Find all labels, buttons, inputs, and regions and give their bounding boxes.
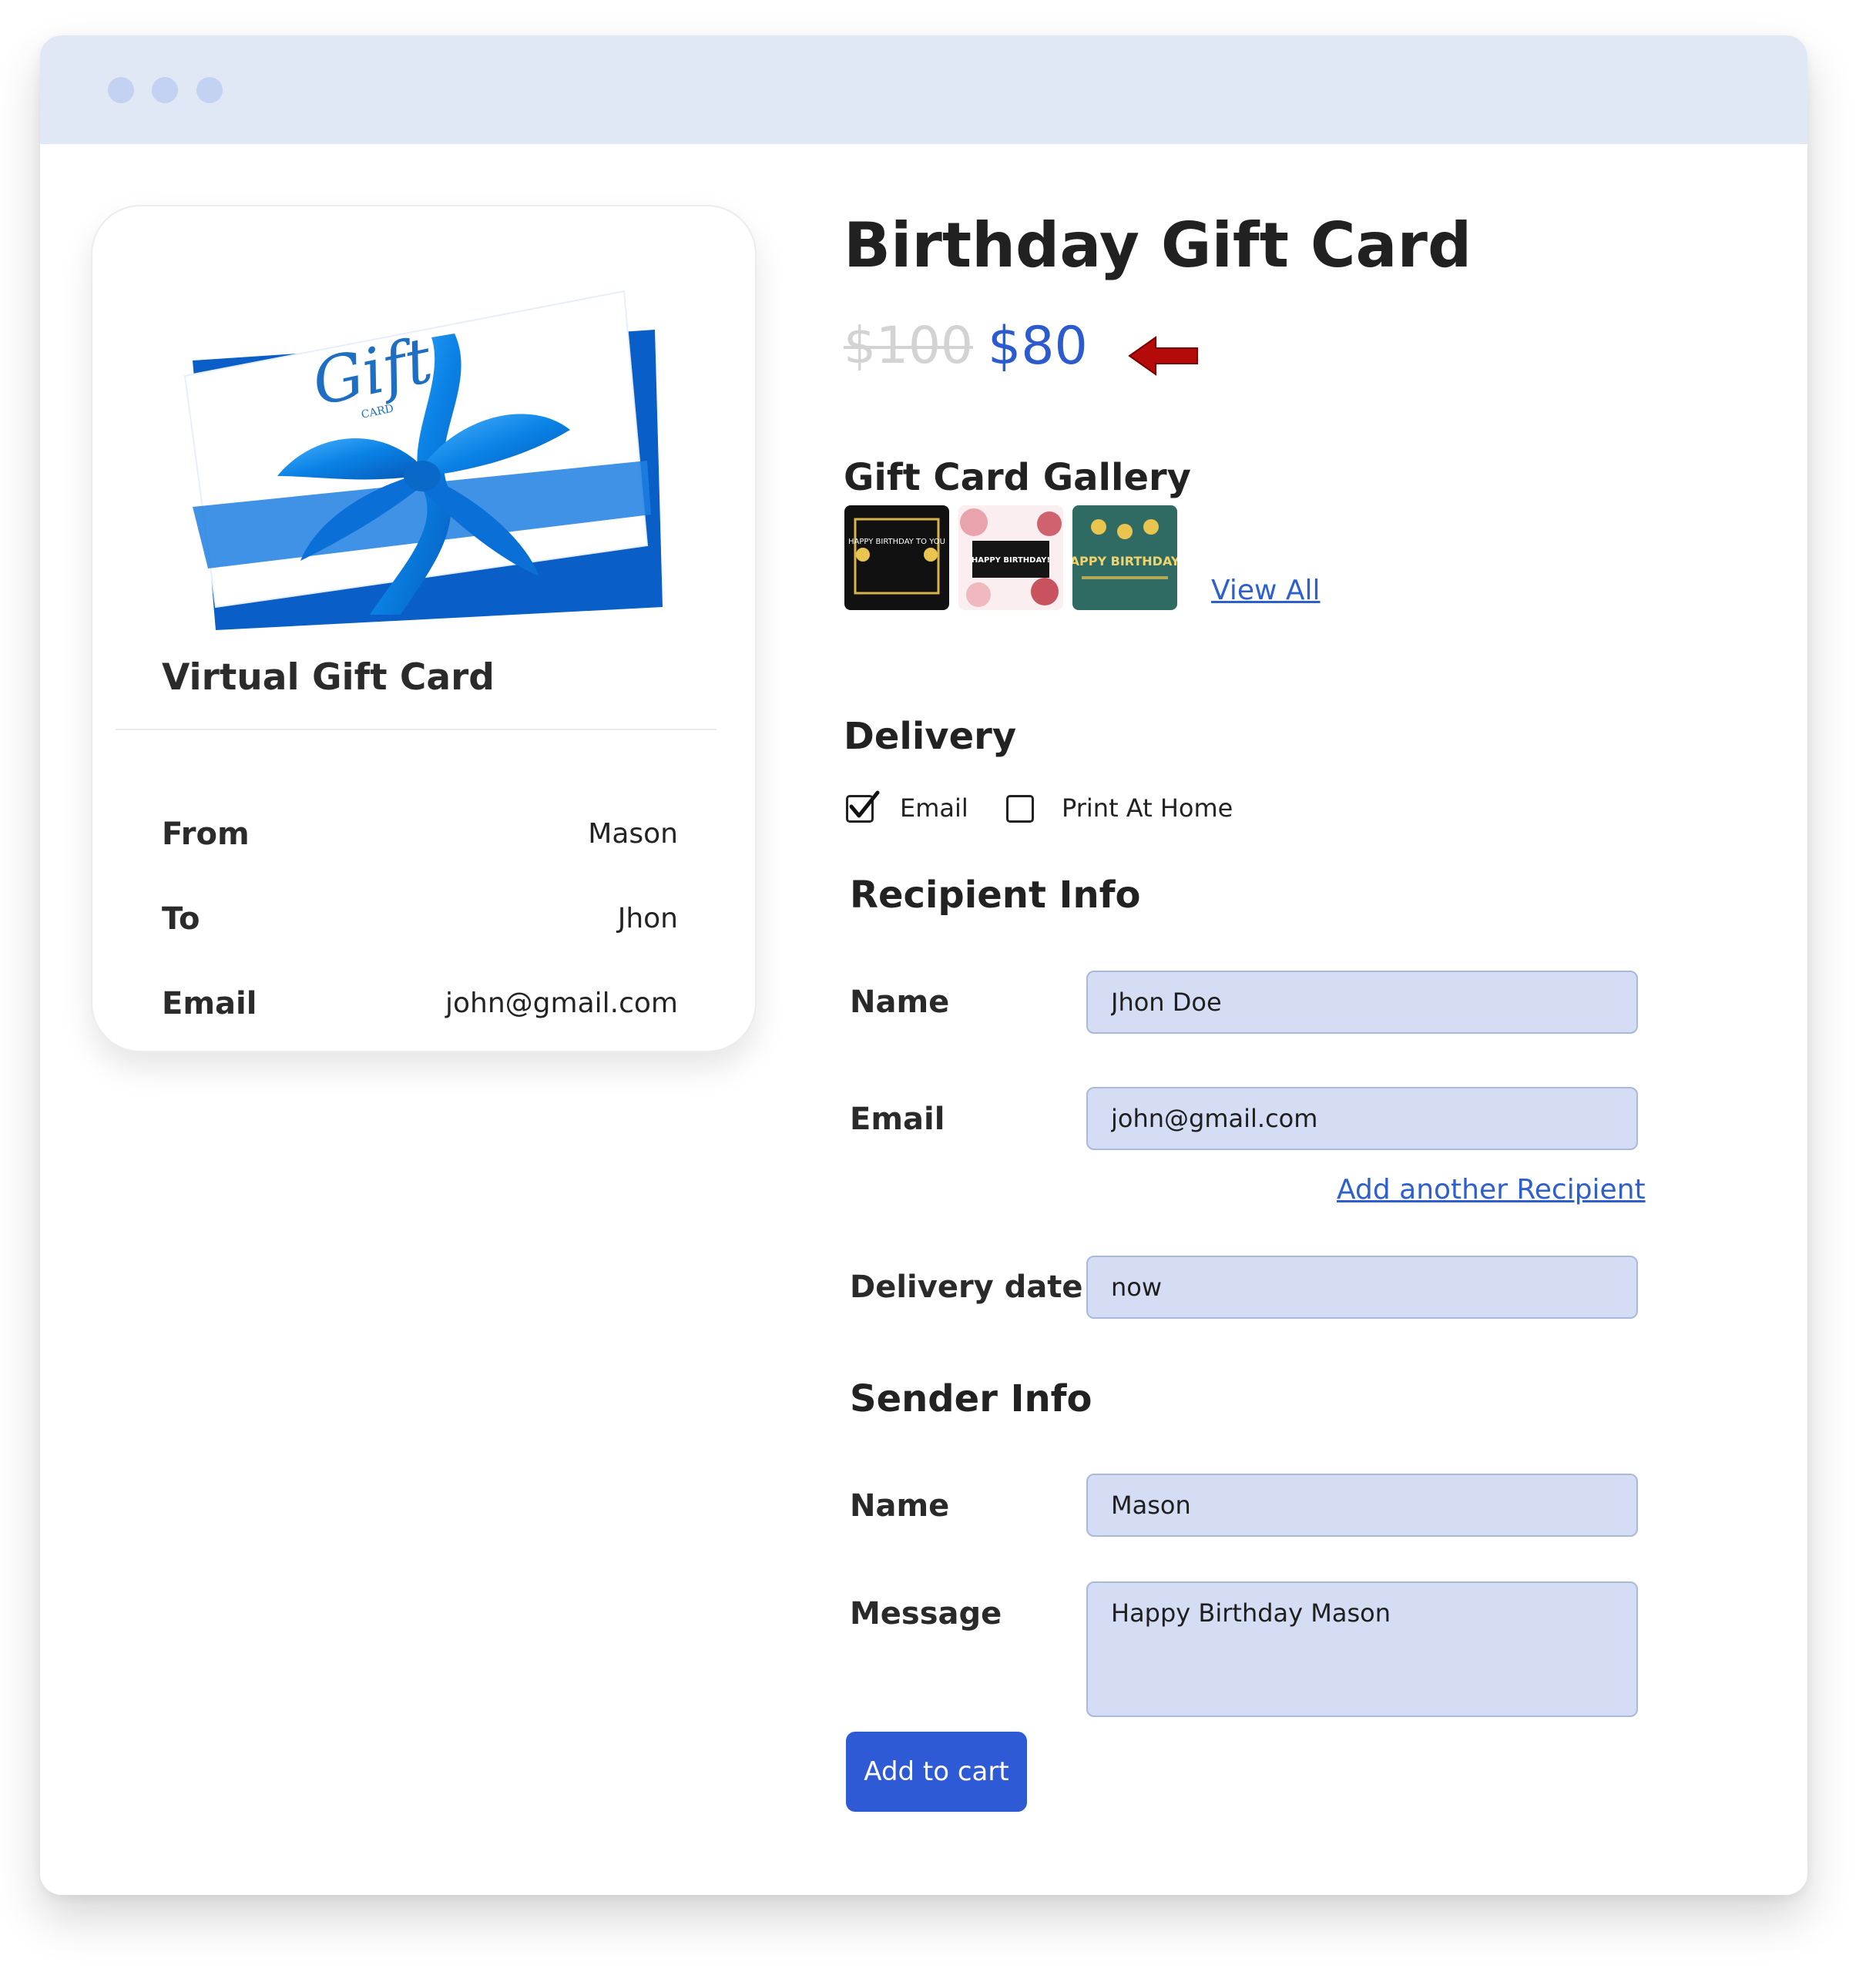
card-row-label: From bbox=[162, 817, 250, 852]
window-dot-3[interactable] bbox=[196, 77, 223, 103]
card-divider bbox=[116, 729, 717, 730]
delivery-date-label: Delivery date: bbox=[850, 1269, 1096, 1305]
gift-card-image: Gift CARD bbox=[183, 290, 663, 630]
message-label: Message bbox=[850, 1596, 1002, 1632]
email-delivery-label[interactable]: Email bbox=[900, 793, 968, 823]
print-at-home-checkbox[interactable] bbox=[1006, 795, 1034, 823]
add-to-cart-button[interactable]: Add to cart bbox=[846, 1732, 1027, 1812]
sender-name-label: Name bbox=[850, 1488, 950, 1524]
card-row-label: Email bbox=[162, 986, 257, 1021]
message-textarea[interactable]: Happy Birthday Mason bbox=[1086, 1581, 1638, 1717]
svg-text:HAPPY BIRTHDAY TO YOU: HAPPY BIRTHDAY TO YOU bbox=[848, 538, 945, 546]
window-dot-1[interactable] bbox=[108, 77, 134, 103]
gallery-title: Gift Card Gallery bbox=[844, 456, 1191, 499]
card-row-email: Email john@gmail.com bbox=[162, 986, 678, 1032]
gallery-thumbnail-2[interactable]: HAPPY BIRTHDAY! bbox=[958, 505, 1063, 610]
arrow-left-icon bbox=[1128, 336, 1198, 376]
card-row-to: To Jhon bbox=[162, 901, 678, 947]
delivery-title: Delivery bbox=[844, 715, 1017, 758]
window-dot-2[interactable] bbox=[152, 77, 178, 103]
card-row-value: john@gmail.com bbox=[445, 988, 678, 1019]
sender-name-input[interactable] bbox=[1086, 1474, 1638, 1537]
recipient-info-title: Recipient Info bbox=[850, 874, 1141, 917]
sender-info-title: Sender Info bbox=[850, 1377, 1092, 1420]
original-price: $100 bbox=[844, 316, 973, 375]
product-title: Birthday Gift Card bbox=[844, 210, 1472, 281]
card-row-label: To bbox=[162, 901, 200, 937]
recipient-email-label: Email bbox=[850, 1102, 945, 1137]
delivery-date-input[interactable] bbox=[1086, 1256, 1638, 1319]
gift-card-preview: Gift CARD Virtual Gift Card From Mason T… bbox=[91, 205, 757, 1052]
svg-text:HAPPY BIRTHDAY!: HAPPY BIRTHDAY! bbox=[972, 556, 1050, 565]
svg-text:APPY BIRTHDAY: APPY BIRTHDAY bbox=[1072, 554, 1177, 568]
gallery-thumbnail-3[interactable]: APPY BIRTHDAY bbox=[1072, 505, 1177, 610]
recipient-name-input[interactable] bbox=[1086, 971, 1638, 1034]
card-row-value: Jhon bbox=[617, 903, 678, 934]
recipient-email-input[interactable] bbox=[1086, 1087, 1638, 1150]
recipient-name-label: Name bbox=[850, 984, 950, 1020]
gallery-thumbnail-1[interactable]: HAPPY BIRTHDAY TO YOU bbox=[844, 505, 949, 610]
card-row-from: From Mason bbox=[162, 817, 678, 863]
sale-price: $80 bbox=[988, 316, 1088, 377]
email-delivery-checkbox[interactable] bbox=[846, 790, 880, 823]
add-another-recipient-link[interactable]: Add another Recipient bbox=[1337, 1174, 1646, 1206]
checkmark-icon bbox=[849, 790, 880, 818]
card-title: Virtual Gift Card bbox=[162, 656, 495, 699]
window-titlebar bbox=[40, 35, 1807, 144]
card-row-value: Mason bbox=[588, 818, 678, 850]
print-at-home-label[interactable]: Print At Home bbox=[1062, 793, 1233, 823]
view-all-link[interactable]: View All bbox=[1211, 575, 1321, 606]
